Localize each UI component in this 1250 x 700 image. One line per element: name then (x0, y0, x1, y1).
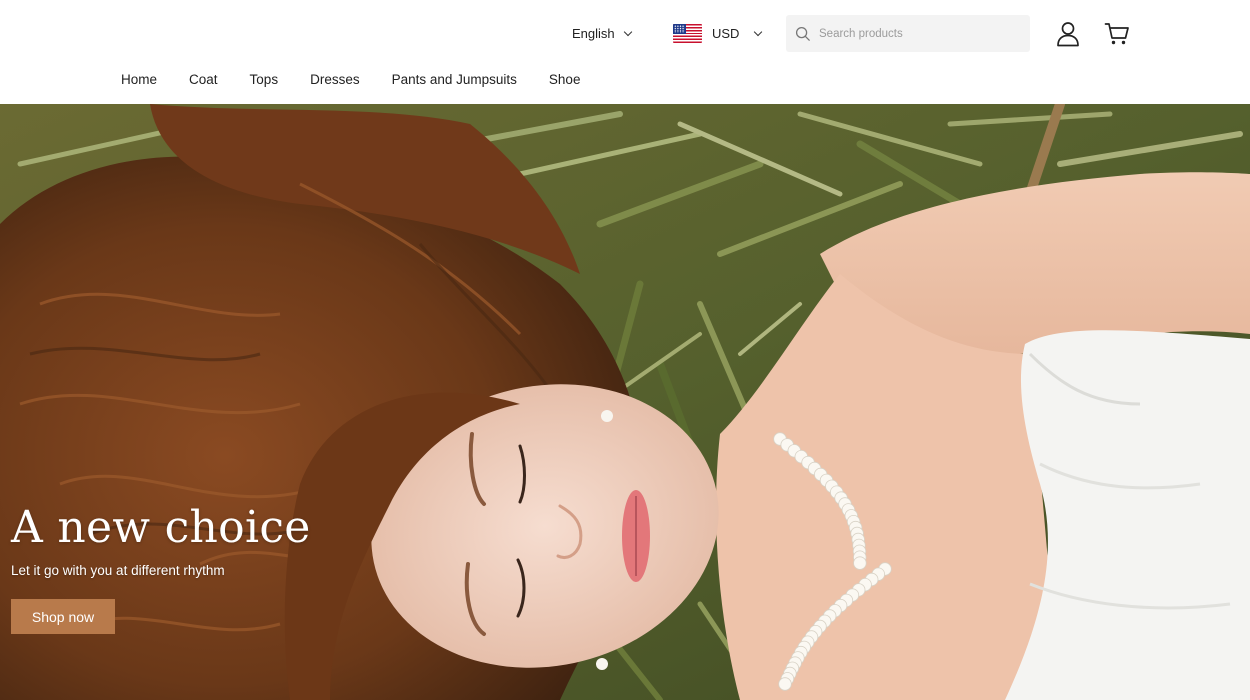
chevron-down-icon (623, 27, 632, 36)
nav-item-home[interactable]: Home (121, 72, 157, 88)
user-icon (1057, 22, 1079, 47)
cart-button[interactable] (1103, 20, 1131, 48)
search-bar (786, 15, 1030, 52)
chevron-down-icon (754, 27, 763, 36)
hero-image (0, 104, 1250, 700)
search-icon (795, 26, 810, 41)
account-button[interactable] (1054, 20, 1082, 48)
language-selector[interactable]: English (572, 24, 632, 42)
hero-subtitle: Let it go with you at different rhythm (11, 563, 225, 578)
nav-item-dresses[interactable]: Dresses (310, 72, 360, 88)
shop-now-button[interactable]: Shop now (11, 599, 115, 634)
hero-banner: A new choice Let it go with you at diffe… (0, 104, 1250, 700)
hero-title: A new choice (11, 502, 311, 553)
nav-item-coat[interactable]: Coat (189, 72, 218, 88)
currency-label: USD (712, 25, 740, 41)
nav-item-pants-and-jumpsuits[interactable]: Pants and Jumpsuits (392, 72, 517, 88)
currency-selector[interactable]: USD (673, 22, 763, 44)
nav-item-tops[interactable]: Tops (250, 72, 279, 88)
main-nav: Home Coat Tops Dresses Pants and Jumpsui… (121, 72, 612, 88)
cart-icon (1104, 23, 1129, 45)
language-label: English (572, 25, 615, 41)
site-header: English USD Home Coat Tops Dresses Pants… (0, 0, 1250, 104)
search-input[interactable] (819, 27, 1009, 40)
us-flag-icon (673, 23, 702, 43)
nav-item-shoe[interactable]: Shoe (549, 72, 581, 88)
